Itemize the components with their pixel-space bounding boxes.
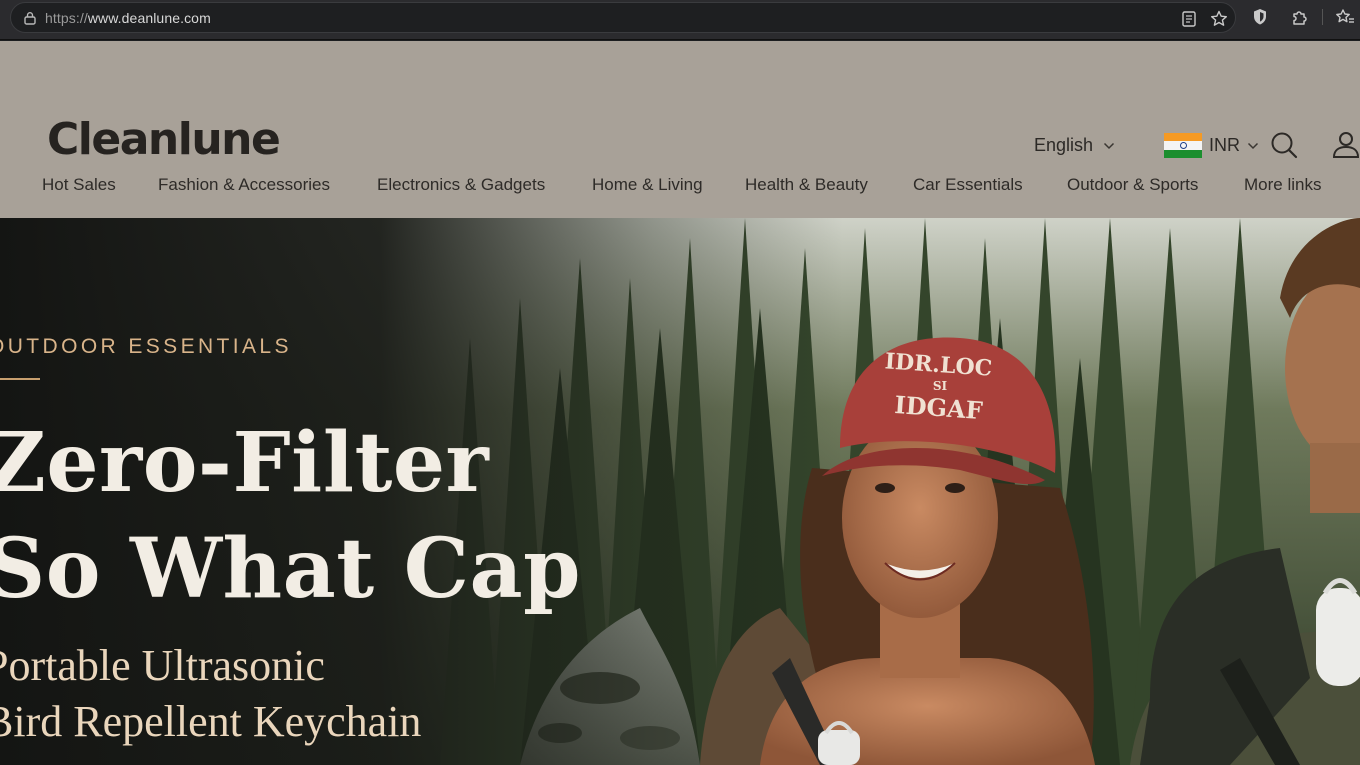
search-icon[interactable] bbox=[1268, 129, 1300, 161]
hero-subtitle-line2: Bird Repellent Keychain bbox=[0, 697, 422, 746]
nav-item-hot-sales[interactable]: Hot Sales bbox=[42, 175, 116, 195]
nav-item-home-living[interactable]: Home & Living bbox=[592, 175, 703, 195]
url-protocol: https:// bbox=[45, 10, 88, 26]
hero-banner[interactable]: IDR.LOC SI IDGAF OUTDOOR ESSENTIALS Zero… bbox=[0, 218, 1360, 765]
india-flag-icon bbox=[1164, 133, 1202, 158]
currency-label: INR bbox=[1209, 135, 1240, 155]
nav-item-electronics-gadgets[interactable]: Electronics & Gadgets bbox=[377, 175, 545, 195]
hero-title-line1: Zero-Filter bbox=[0, 415, 490, 511]
lock-icon[interactable] bbox=[23, 11, 37, 25]
nav-item-outdoor-sports[interactable]: Outdoor & Sports bbox=[1067, 175, 1198, 195]
hero-title: Zero-Filter So What Cap bbox=[0, 410, 581, 622]
url-host: www.deanlune.com bbox=[87, 10, 211, 26]
bookmark-star-icon[interactable] bbox=[1209, 9, 1229, 29]
favorites-icon[interactable] bbox=[1334, 7, 1354, 27]
language-selector[interactable]: English bbox=[1034, 135, 1115, 156]
nav-item-health-beauty[interactable]: Health & Beauty bbox=[745, 175, 868, 195]
nav-item-car-essentials[interactable]: Car Essentials bbox=[913, 175, 1023, 195]
chevron-down-icon bbox=[1104, 142, 1115, 149]
reader-mode-icon[interactable] bbox=[1179, 9, 1199, 29]
cap-embroidery: IDR.LOC SI IDGAF bbox=[884, 348, 993, 425]
hero-subtitle-line1: Portable Ultrasonic bbox=[0, 641, 325, 690]
cap-text-line2: SI bbox=[933, 379, 948, 393]
language-label: English bbox=[1034, 135, 1094, 155]
url-text[interactable]: https://www.deanlune.com bbox=[45, 10, 211, 26]
account-icon[interactable] bbox=[1330, 129, 1360, 161]
cap-text-line1: IDR.LOC bbox=[884, 348, 993, 381]
browser-toolbar: https://www.deanlune.com bbox=[0, 0, 1360, 40]
nav-item-more-links[interactable]: More links bbox=[1244, 175, 1321, 195]
nav-item-fashion-accessories[interactable]: Fashion & Accessories bbox=[158, 175, 330, 195]
site-logo[interactable]: Cleanlune bbox=[47, 118, 281, 162]
cap-text-line3: IDGAF bbox=[894, 390, 984, 425]
toolbar-divider bbox=[1322, 9, 1323, 25]
shield-icon[interactable] bbox=[1250, 7, 1270, 27]
hero-eyebrow: OUTDOOR ESSENTIALS bbox=[0, 335, 292, 358]
currency-selector[interactable]: INR bbox=[1164, 133, 1259, 158]
main-navigation: Hot Sales Fashion & Accessories Electron… bbox=[0, 175, 1360, 199]
hero-divider bbox=[0, 378, 40, 380]
address-bar[interactable]: https://www.deanlune.com bbox=[10, 2, 1236, 33]
hero-title-line2: So What Cap bbox=[0, 521, 581, 617]
chevron-down-icon bbox=[1247, 142, 1259, 149]
extensions-icon[interactable] bbox=[1290, 7, 1310, 27]
hero-subtitle: Portable Ultrasonic Bird Repellent Keych… bbox=[0, 638, 421, 750]
